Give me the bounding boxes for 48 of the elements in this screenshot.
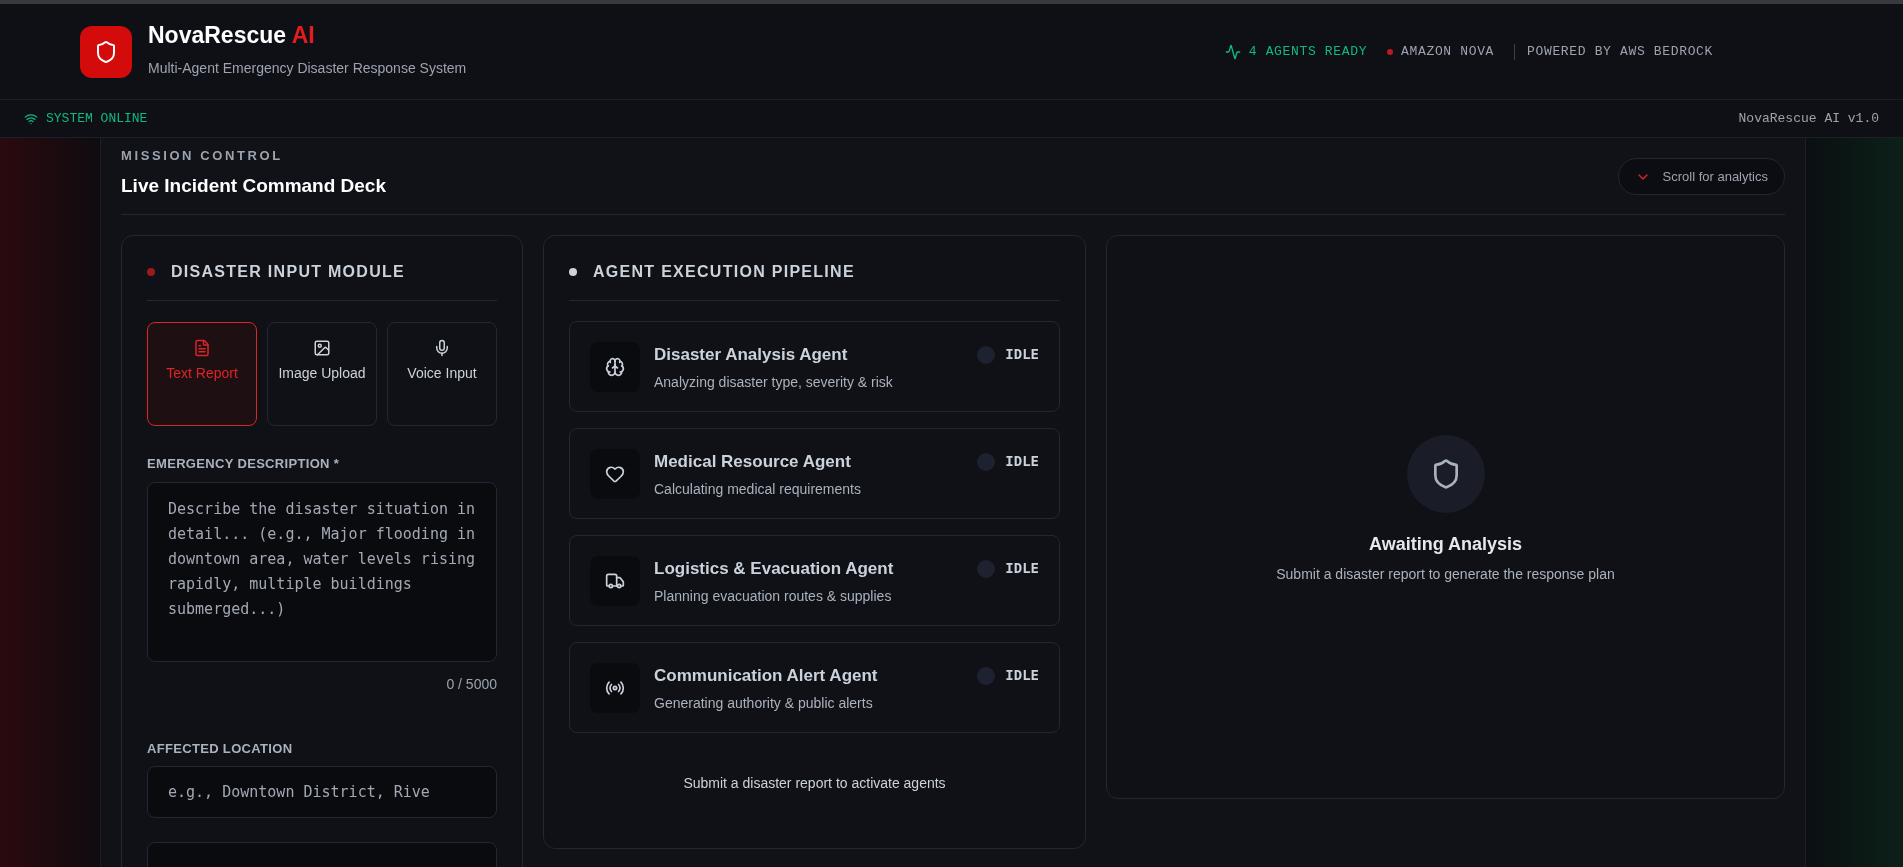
agent-name: Communication Alert Agent (654, 665, 879, 687)
status-indicator (977, 666, 996, 685)
agent-name: Logistics & Evacuation Agent (654, 558, 895, 580)
scroll-button[interactable]: Scroll for analytics (1617, 158, 1785, 195)
version-label: NovaRescue AI v1.0 (1738, 109, 1879, 128)
agent-status: IDLE (1005, 452, 1039, 471)
broadcast-icon (590, 663, 640, 713)
location-field[interactable]: e.g., Downtown District, Rive (147, 766, 497, 818)
agent-status: IDLE (1005, 666, 1039, 685)
agent-task: Analyzing disaster type, severity & risk (654, 372, 894, 392)
agent-name: Disaster Analysis Agent (654, 344, 849, 366)
app-subtitle: Multi-Agent Emergency Disaster Response System (148, 59, 467, 78)
image-icon (313, 339, 331, 357)
agent-name: Medical Resource Agent (654, 451, 852, 473)
powered-by-label: POWERED BY AWS BEDROCK (1527, 42, 1713, 61)
section-title: Live Incident Command Deck (121, 173, 386, 198)
wifi-icon (24, 111, 38, 126)
truck-icon (590, 556, 640, 606)
brain-icon (590, 342, 640, 392)
character-counter: 0 / 5000 (446, 674, 497, 694)
agents-ready-label: 4 AGENTS READY (1248, 42, 1368, 61)
app-title: NovaRescue AI (148, 24, 316, 47)
panel-title: AGENT EXECUTION PIPELINE (593, 262, 855, 282)
microphone-icon (433, 339, 451, 357)
document-icon (193, 339, 211, 357)
status-indicator (977, 559, 996, 578)
agent-status: IDLE (1005, 559, 1039, 578)
panel-title: DISASTER INPUT MODULE (171, 262, 405, 282)
agent-task: Planning evacuation routes & supplies (654, 586, 893, 606)
mode-tab[interactable]: Image Upload (267, 322, 377, 426)
section-eyebrow: MISSION CONTROL (121, 147, 284, 165)
field-label: EMERGENCY DESCRIPTION * (147, 455, 341, 473)
mode-tab[interactable]: Text Report (147, 322, 257, 426)
agent-task: Generating authority & public alerts (654, 693, 874, 713)
agent-status: IDLE (1005, 345, 1039, 364)
logo-icon (80, 25, 132, 78)
description-field[interactable]: Describe the disaster situation in detail... (e.g., Major flooding in downtown area, water levels rising rapidly, multiple buildings submerged...) (147, 481, 497, 662)
model-label: AMAZON NOVA (1401, 42, 1495, 61)
system-status: SYSTEM ONLINE (46, 109, 148, 128)
result-title: Awaiting Analysis (1368, 533, 1522, 556)
result-message: Submit a disaster report to generate the response plan (1276, 565, 1615, 584)
activity-icon (1224, 43, 1241, 60)
field-label: AFFECTED LOCATION (147, 739, 294, 758)
mode-tab[interactable]: Voice Input (387, 322, 497, 426)
agent-task: Calculating medical requirements (654, 479, 862, 499)
status-indicator (977, 452, 996, 471)
status-indicator (977, 345, 996, 364)
pipeline-hint: Submit a disaster report to activate agents (682, 774, 947, 793)
